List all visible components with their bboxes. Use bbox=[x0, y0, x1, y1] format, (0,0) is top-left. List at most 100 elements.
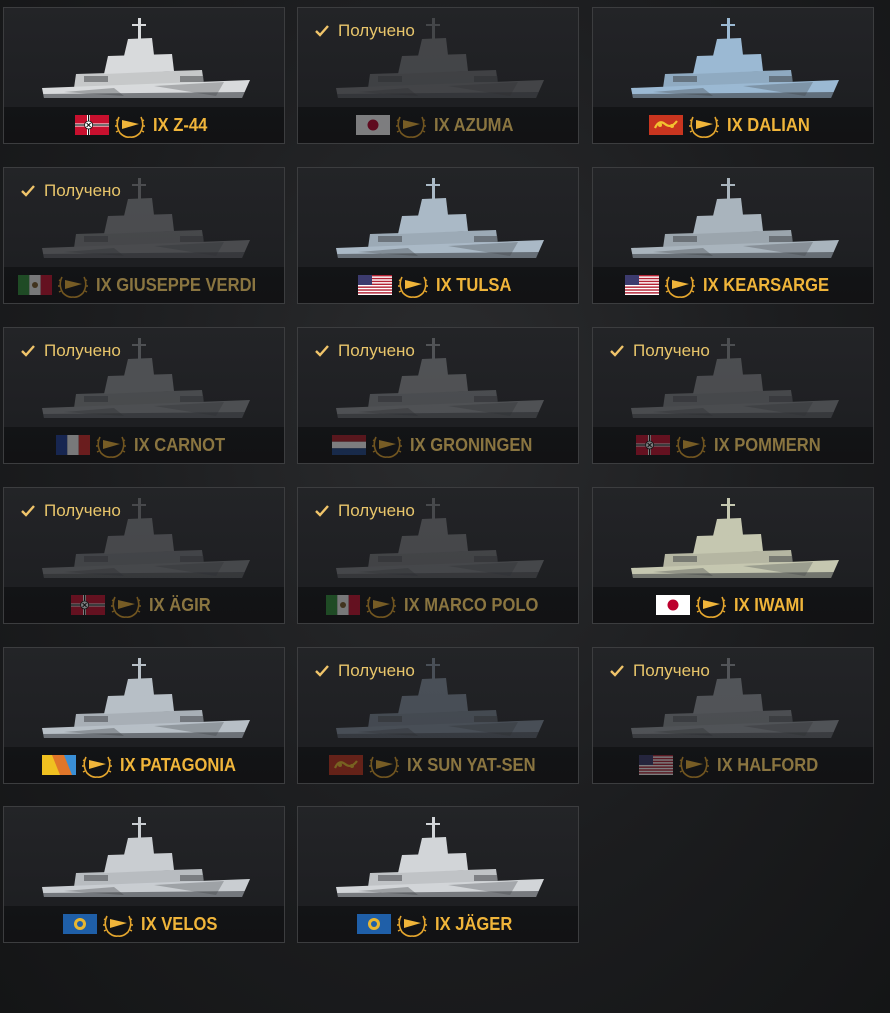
ship-class-badge-icon bbox=[365, 596, 396, 618]
ship-class-badge-icon bbox=[665, 276, 696, 298]
checkmark-icon bbox=[21, 505, 35, 517]
europe-flag-icon bbox=[63, 914, 98, 934]
received-indicator: Получено bbox=[314, 21, 415, 41]
ship-name: IX ÄGIR bbox=[149, 594, 212, 615]
ship-label: IX KEARSARGE bbox=[593, 271, 873, 299]
ship-class-badge-icon bbox=[397, 276, 428, 298]
ship-card[interactable]: Получено IX CARNOT bbox=[3, 327, 285, 464]
ship-card[interactable]: IX TULSA bbox=[297, 167, 579, 304]
ship-card[interactable]: IX KEARSARGE bbox=[592, 167, 874, 304]
pan-america-flag-icon bbox=[42, 755, 76, 775]
ship-image bbox=[42, 18, 250, 98]
ship-card[interactable]: Получено IX ÄGIR bbox=[3, 487, 285, 624]
ship-name: IX JÄGER bbox=[434, 913, 513, 934]
ship-label: IX GIUSEPPE VERDI bbox=[4, 271, 284, 299]
ship-name: IX MARCO POLO bbox=[403, 594, 539, 615]
ship-card[interactable]: IX JÄGER bbox=[297, 806, 579, 943]
ship-name: IX HALFORD bbox=[717, 754, 819, 775]
ship-name: IX SUN YAT-SEN bbox=[407, 754, 536, 775]
received-indicator: Получено bbox=[609, 341, 710, 361]
received-label: Получено bbox=[44, 501, 121, 520]
received-label: Получено bbox=[338, 661, 415, 680]
ship-class-badge-icon bbox=[95, 436, 126, 458]
ship-class-badge-icon bbox=[57, 276, 88, 298]
ship-name: IX DALIAN bbox=[727, 114, 810, 135]
ship-label: IX Z-44 bbox=[4, 111, 284, 139]
ship-label: IX CARNOT bbox=[4, 431, 284, 459]
ship-name: IX AZUMA bbox=[433, 114, 514, 135]
ship-image bbox=[42, 817, 250, 897]
ship-grid: IX Z-44 Получено IX AZUMA IX DALIAN Получено… bbox=[0, 0, 890, 1013]
ship-card[interactable]: Получено IX POMMERN bbox=[592, 327, 874, 464]
netherlands-flag-icon bbox=[332, 435, 367, 455]
usa-flag-icon bbox=[639, 755, 673, 775]
ship-card[interactable]: IX PATAGONIA bbox=[3, 647, 285, 784]
received-indicator: Получено bbox=[20, 181, 121, 201]
ship-card[interactable]: IX DALIAN bbox=[592, 7, 874, 144]
ship-card[interactable]: IX Z-44 bbox=[3, 7, 285, 144]
ship-class-badge-icon bbox=[115, 116, 146, 138]
ship-name: IX KEARSARGE bbox=[703, 274, 830, 295]
ship-card[interactable]: Получено IX MARCO POLO bbox=[297, 487, 579, 624]
ship-label: IX POMMERN bbox=[593, 431, 873, 459]
ship-label: IX PATAGONIA bbox=[4, 751, 284, 779]
ship-name: IX GIUSEPPE VERDI bbox=[95, 274, 257, 295]
received-label: Получено bbox=[338, 21, 415, 40]
checkmark-icon bbox=[315, 345, 329, 357]
ship-card[interactable]: Получено IX AZUMA bbox=[297, 7, 579, 144]
ship-card[interactable]: Получено IX HALFORD bbox=[592, 647, 874, 784]
germany-flag-icon bbox=[635, 435, 670, 455]
ship-class-badge-icon bbox=[372, 436, 403, 458]
germany-flag-icon bbox=[75, 115, 110, 135]
europe-flag-icon bbox=[356, 914, 391, 934]
checkmark-icon bbox=[315, 25, 329, 37]
received-indicator: Получено bbox=[20, 501, 121, 521]
pan-asia-flag-icon bbox=[649, 115, 683, 135]
received-label: Получено bbox=[338, 501, 415, 520]
ship-label: IX VELOS bbox=[4, 910, 284, 938]
ship-card[interactable]: IX IWAMI bbox=[592, 487, 874, 624]
ship-image bbox=[631, 178, 839, 258]
ship-class-badge-icon bbox=[111, 596, 142, 618]
ship-image bbox=[42, 658, 250, 738]
ship-name: IX Z-44 bbox=[153, 114, 208, 135]
italy-flag-icon bbox=[17, 275, 52, 295]
germany-flag-icon bbox=[71, 595, 106, 615]
ship-class-badge-icon bbox=[696, 596, 726, 618]
received-indicator: Получено bbox=[314, 501, 415, 521]
checkmark-icon bbox=[610, 665, 624, 677]
checkmark-icon bbox=[21, 185, 35, 197]
received-indicator: Получено bbox=[314, 661, 415, 681]
japan-flag-icon bbox=[656, 595, 690, 615]
ship-label: IX MARCO POLO bbox=[298, 591, 578, 619]
ship-name: IX POMMERN bbox=[713, 434, 821, 455]
checkmark-icon bbox=[610, 345, 624, 357]
usa-flag-icon bbox=[357, 275, 392, 295]
received-indicator: Получено bbox=[20, 341, 121, 361]
ship-class-badge-icon bbox=[369, 756, 400, 778]
ship-label: IX DALIAN bbox=[593, 111, 873, 139]
received-label: Получено bbox=[633, 661, 710, 680]
ship-name: IX VELOS bbox=[141, 913, 218, 934]
ship-card[interactable]: Получено IX GIUSEPPE VERDI bbox=[3, 167, 285, 304]
france-flag-icon bbox=[55, 435, 90, 455]
usa-flag-icon bbox=[625, 275, 660, 295]
ship-card[interactable]: IX VELOS bbox=[3, 806, 285, 943]
ship-class-badge-icon bbox=[103, 915, 134, 937]
pan-asia-flag-icon bbox=[329, 755, 364, 775]
ship-name: IX GRONINGEN bbox=[410, 434, 533, 455]
ship-class-badge-icon bbox=[675, 436, 706, 458]
ship-label: IX ÄGIR bbox=[4, 591, 284, 619]
checkmark-icon bbox=[21, 345, 35, 357]
ship-name: IX TULSA bbox=[435, 274, 512, 295]
ship-image bbox=[631, 498, 839, 578]
ship-name: IX IWAMI bbox=[734, 594, 804, 615]
ship-card[interactable]: Получено IX GRONINGEN bbox=[297, 327, 579, 464]
ship-label: IX GRONINGEN bbox=[298, 431, 578, 459]
ship-card[interactable]: Получено IX SUN YAT-SEN bbox=[297, 647, 579, 784]
ship-label: IX TULSA bbox=[298, 271, 578, 299]
ship-image bbox=[336, 817, 544, 897]
received-indicator: Получено bbox=[314, 341, 415, 361]
ship-class-badge-icon bbox=[689, 116, 719, 138]
ship-label: IX SUN YAT-SEN bbox=[298, 751, 578, 779]
